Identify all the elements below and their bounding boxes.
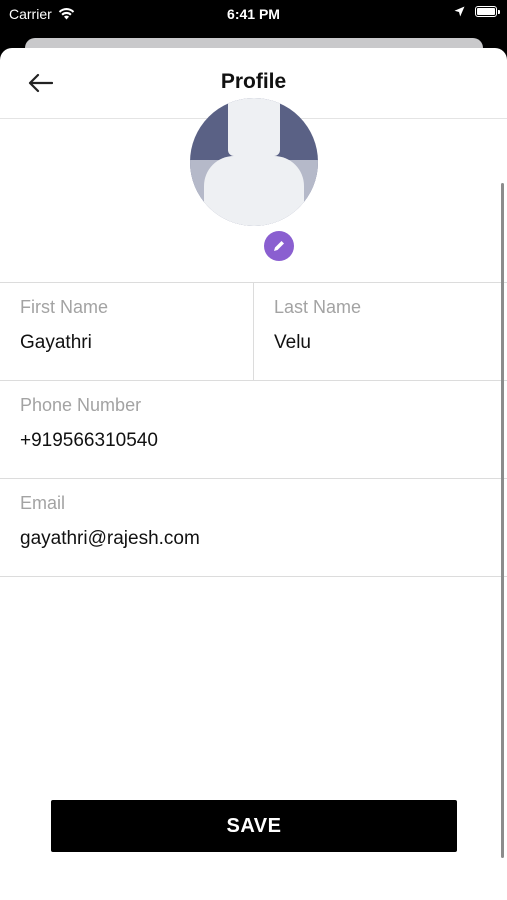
first-name-input[interactable]: Gayathri (20, 332, 233, 354)
name-row: First Name Gayathri Last Name Velu (0, 282, 507, 380)
page-title: Profile (220, 70, 287, 93)
phone-field[interactable]: Phone Number +919566310540 (0, 381, 507, 478)
last-name-input[interactable]: Velu (274, 332, 487, 354)
status-right (454, 6, 500, 17)
save-button[interactable]: SAVE (51, 800, 457, 852)
avatar[interactable] (190, 98, 318, 226)
location-arrow-icon (454, 6, 465, 17)
first-name-label: First Name (20, 297, 109, 317)
email-row: Email gayathri@rajesh.com (0, 478, 507, 577)
status-time: 6:41 PM (227, 6, 280, 22)
person-body-shape (204, 156, 304, 226)
phone-input[interactable]: +919566310540 (20, 430, 487, 452)
profile-form: First Name Gayathri Last Name Velu Phone… (0, 282, 507, 577)
battery-icon (475, 6, 500, 17)
scrollbar[interactable] (501, 183, 504, 858)
phone-label: Phone Number (20, 395, 142, 415)
last-name-label: Last Name (274, 297, 362, 317)
email-label: Email (20, 493, 66, 513)
email-input[interactable]: gayathri@rajesh.com (20, 528, 487, 550)
status-bar: Carrier 6:41 PM (0, 0, 507, 28)
edit-avatar-button[interactable] (264, 231, 294, 261)
first-name-field[interactable]: First Name Gayathri (0, 283, 254, 380)
person-placeholder-icon (228, 98, 280, 156)
last-name-field[interactable]: Last Name Velu (254, 283, 507, 380)
email-field[interactable]: Email gayathri@rajesh.com (0, 479, 507, 576)
phone-row: Phone Number +919566310540 (0, 380, 507, 478)
pencil-icon (274, 241, 284, 251)
profile-sheet: Profile First Name Gayathri Last Name Ve… (0, 48, 507, 900)
